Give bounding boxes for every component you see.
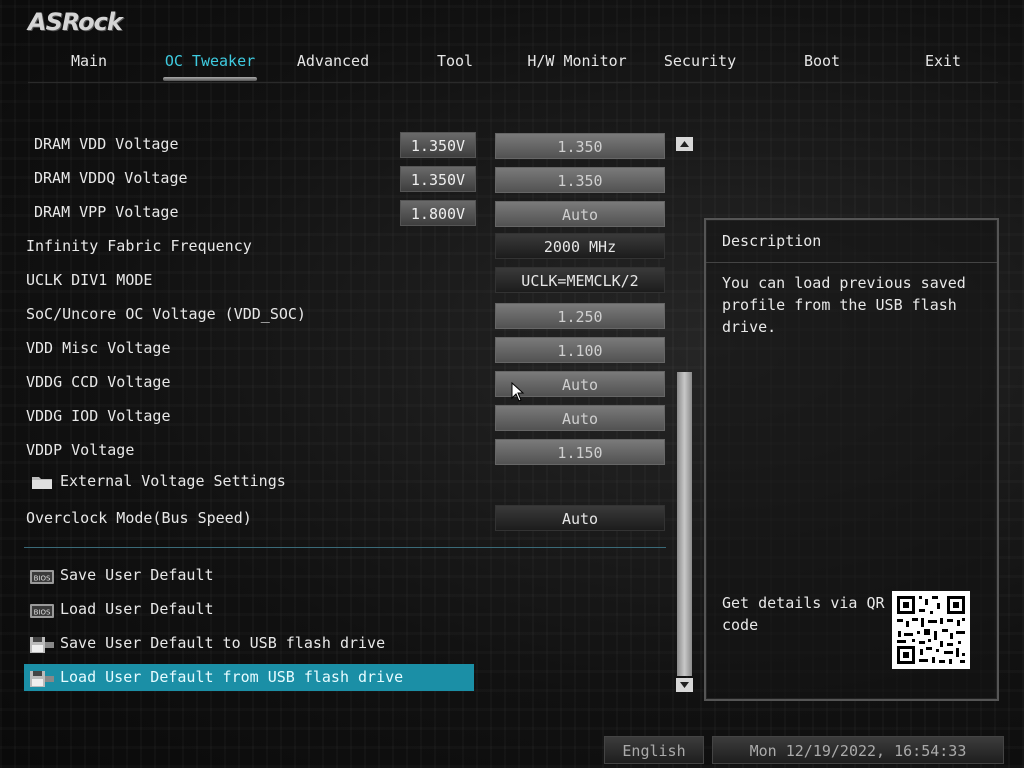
- floppy-disk-icon: [30, 637, 54, 653]
- description-title: Description: [706, 220, 997, 263]
- setting-label-infinity-fabric[interactable]: Infinity Fabric Frequency: [26, 237, 252, 255]
- mouse-cursor-icon: [511, 382, 525, 402]
- qr-code-icon: [892, 591, 970, 669]
- description-text: You can load previous saved profile from…: [722, 274, 966, 336]
- setting-label-overclock-mode[interactable]: Overclock Mode(Bus Speed): [26, 509, 252, 527]
- language-selector[interactable]: English: [604, 736, 704, 764]
- value-field-vddp[interactable]: 1.150: [495, 439, 665, 465]
- setting-label-vddp[interactable]: VDDP Voltage: [26, 441, 134, 459]
- scrollbar-thumb[interactable]: [677, 372, 692, 676]
- scroll-down-button[interactable]: [676, 678, 693, 692]
- action-load-user-default-usb[interactable]: Load User Default from USB flash drive: [60, 668, 403, 686]
- action-save-user-default[interactable]: Save User Default: [60, 566, 214, 584]
- setting-label-uclk-div1[interactable]: UCLK DIV1 MODE: [26, 271, 152, 289]
- value-field-vddg-iod[interactable]: Auto: [495, 405, 665, 431]
- svg-text:BIOS: BIOS: [34, 575, 51, 583]
- action-load-user-default[interactable]: Load User Default: [60, 600, 214, 618]
- setting-label-vddg-iod[interactable]: VDDG IOD Voltage: [26, 407, 171, 425]
- section-divider: [24, 547, 666, 548]
- value-field-uclk-div1[interactable]: UCLK=MEMCLK/2: [495, 267, 665, 293]
- submenu-external-voltage-settings[interactable]: External Voltage Settings: [60, 472, 286, 490]
- description-panel: Description You can load previous saved …: [704, 218, 999, 701]
- bios-icon: BIOS: [30, 570, 54, 584]
- top-tab-bar: Main OC Tweaker Advanced Tool H/W Monito…: [28, 48, 998, 83]
- value-field-dram-vpp[interactable]: Auto: [495, 201, 665, 227]
- setting-label-dram-vdd[interactable]: DRAM VDD Voltage: [34, 135, 179, 153]
- arrow-down-icon: [680, 682, 689, 688]
- tab-tool[interactable]: Tool: [394, 48, 516, 74]
- folder-icon: [32, 477, 52, 489]
- value-field-infinity-fabric[interactable]: 2000 MHz: [495, 233, 665, 259]
- qr-caption: Get details via QR code: [722, 594, 885, 634]
- setting-label-vdd-misc[interactable]: VDD Misc Voltage: [26, 339, 171, 357]
- tab-boot[interactable]: Boot: [761, 48, 883, 74]
- value-field-overclock-mode[interactable]: Auto: [495, 505, 665, 531]
- value-field-vdd-misc[interactable]: 1.100: [495, 337, 665, 363]
- tab-hw-monitor[interactable]: H/W Monitor: [516, 48, 638, 74]
- setting-label-dram-vddq[interactable]: DRAM VDDQ Voltage: [34, 169, 188, 187]
- tab-exit[interactable]: Exit: [882, 48, 1004, 74]
- system-datetime: Mon 12/19/2022, 16:54:33: [712, 736, 1004, 764]
- tab-oc-tweaker[interactable]: OC Tweaker: [149, 48, 271, 81]
- value-field-vdd-soc[interactable]: 1.250: [495, 303, 665, 329]
- value-field-dram-vddq[interactable]: 1.350: [495, 167, 665, 193]
- tab-advanced[interactable]: Advanced: [272, 48, 394, 74]
- tab-main[interactable]: Main: [28, 48, 150, 74]
- setting-label-vddg-ccd[interactable]: VDDG CCD Voltage: [26, 373, 171, 391]
- current-value-dram-vpp: 1.800V: [400, 200, 476, 226]
- current-value-dram-vdd: 1.350V: [400, 132, 476, 158]
- current-value-dram-vddq: 1.350V: [400, 166, 476, 192]
- setting-label-vdd-soc[interactable]: SoC/Uncore OC Voltage (VDD_SOC): [26, 305, 306, 323]
- action-save-user-default-usb[interactable]: Save User Default to USB flash drive: [60, 634, 385, 652]
- floppy-disk-icon: [30, 671, 54, 687]
- tab-security[interactable]: Security: [639, 48, 761, 74]
- value-field-dram-vdd[interactable]: 1.350: [495, 133, 665, 159]
- scroll-up-button[interactable]: [676, 137, 693, 151]
- arrow-up-icon: [680, 141, 689, 147]
- asrock-logo: ASRock: [28, 8, 123, 36]
- svg-text:BIOS: BIOS: [34, 609, 51, 617]
- setting-label-dram-vpp[interactable]: DRAM VPP Voltage: [34, 203, 179, 221]
- bios-icon: BIOS: [30, 604, 54, 618]
